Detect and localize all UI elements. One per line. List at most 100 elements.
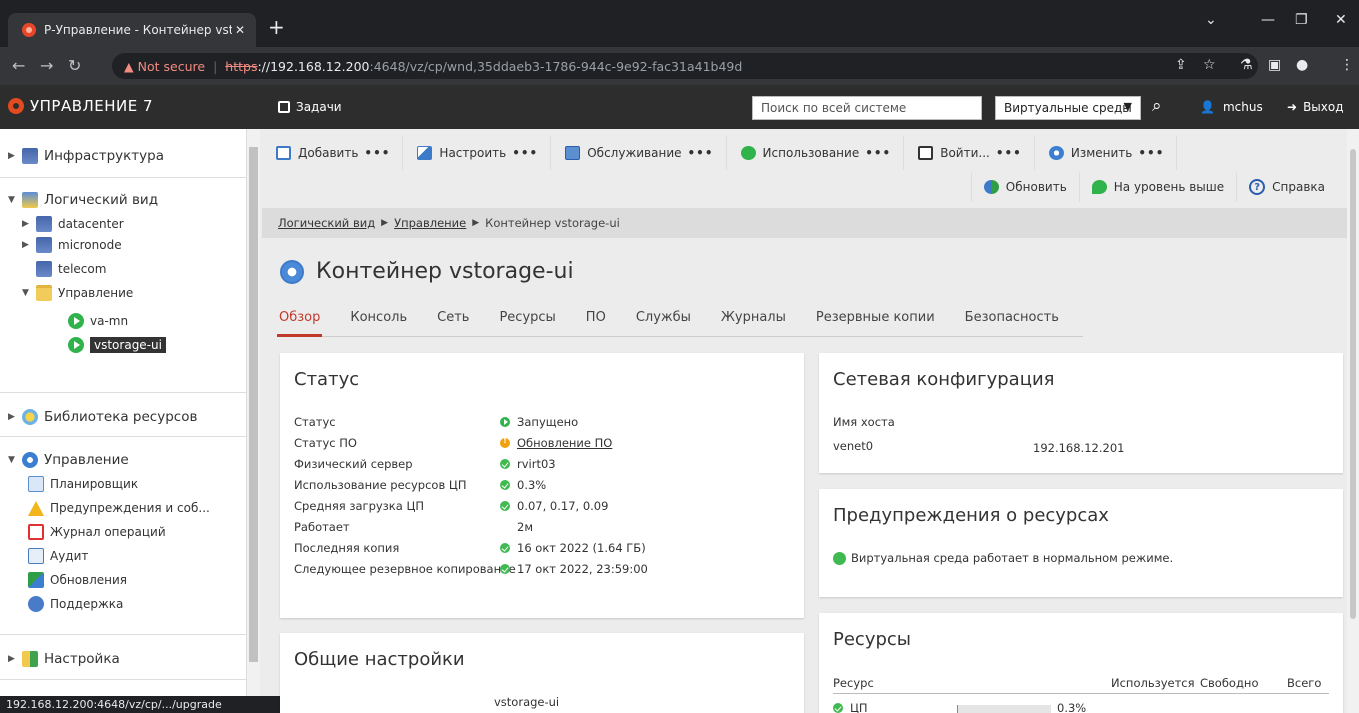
tab-network[interactable]: Сеть [437,300,469,336]
window-close-icon[interactable]: ✕ [1335,12,1347,28]
minimize-icon[interactable]: — [1261,12,1275,28]
user-menu[interactable]: 👤 mchus [1200,100,1263,114]
collapse-triangle-icon[interactable]: ▼ [8,195,22,205]
sidebar-item-label: Поддержка [50,597,124,611]
collapse-triangle-icon[interactable]: ▼ [8,455,22,465]
cpu-load-value: 0.07, 0.17, 0.09 [500,499,608,513]
main-scroll-thumb[interactable] [1350,149,1356,619]
software-update-link[interactable]: Обновление ПО [517,436,612,450]
expand-triangle-icon[interactable]: ▶ [8,412,22,422]
back-icon[interactable]: ← [12,56,25,75]
expand-triangle-icon[interactable]: ▶ [8,151,22,161]
status-value-text: Запущено [517,415,579,429]
environment-select[interactable]: Виртуальные среды ▼ [995,96,1141,120]
lab-flask-icon[interactable]: ⚗ [1240,57,1253,73]
expand-triangle-icon[interactable]: ▶ [22,219,36,229]
sidebar-item-resource-library[interactable]: ▶ Библиотека ресурсов [0,405,246,429]
software-status-value: Обновление ПО [500,436,612,450]
bookmark-star-icon[interactable]: ☆ [1203,57,1216,73]
sidebar-item-alerts[interactable]: Предупреждения и соб... [0,496,246,520]
more-dots-icon: ••• [865,146,892,160]
expand-triangle-icon[interactable]: ▶ [8,654,22,664]
breadcrumb-link[interactable]: Управление [394,216,466,230]
change-button[interactable]: Изменить ••• [1035,136,1178,170]
tab-close-icon[interactable]: ✕ [232,23,248,37]
more-dots-icon: ••• [1138,146,1165,160]
sidebar-item-label: datacenter [58,217,124,231]
login-button[interactable]: Войти... ••• [904,136,1035,170]
sidebar-item-telecom[interactable]: telecom [0,257,246,281]
sidebar-item-infrastructure[interactable]: ▶ Инфраструктура [0,144,246,168]
sidebar-item-management[interactable]: ▼ Управление [0,448,246,472]
brand[interactable]: УПРАВЛЕНИЕ 7 [8,97,153,115]
tab-search-chevron-icon[interactable]: ⌄ [1205,12,1217,28]
usage-button[interactable]: Использование ••• [727,136,905,170]
uptime-value: 2м [517,520,533,534]
main-scrollbar[interactable] [1347,129,1359,713]
sidebar-item-scheduler[interactable]: Планировщик [0,472,246,496]
search-icon[interactable]: ⌕ [1152,96,1162,116]
tab-resources[interactable]: Ресурсы [499,300,555,336]
settings-icon [22,651,38,667]
global-search-input[interactable] [752,96,982,120]
tasks-icon [278,101,290,113]
sidebar-item-logical-view[interactable]: ▼ Логический вид [0,188,246,212]
sidebar-item-support[interactable]: Поддержка [0,592,246,616]
sidebar-item-label: telecom [58,262,107,276]
infrastructure-icon [22,148,38,164]
add-button[interactable]: Добавить ••• [262,136,404,170]
tab-security[interactable]: Безопасность [965,300,1059,336]
sidebar-item-micronode[interactable]: ▶ micronode [0,233,246,257]
reload-icon[interactable]: ↻ [68,56,81,75]
cpu-usage-text: 0.3% [517,478,547,492]
tab-services[interactable]: Службы [636,300,691,336]
secondary-toolbar: Обновить На уровень выше ? Справка [970,172,1337,202]
up-level-button[interactable]: На уровень выше [1078,172,1236,202]
used-col-header: Используется [1111,676,1195,690]
server-group-icon [36,216,52,232]
expand-triangle-icon[interactable]: ▶ [22,240,36,250]
app-header: УПРАВЛЕНИЕ 7 Задачи Виртуальные среды ▼ … [0,85,1359,129]
maintenance-icon [565,146,581,160]
sidebar-scrollbar[interactable] [247,129,260,699]
maintenance-button[interactable]: Обслуживание ••• [551,136,727,170]
browser-menu-icon[interactable]: ⋮ [1340,57,1354,73]
sidebar-item-operations-log[interactable]: Журнал операций [0,520,246,544]
help-label: Справка [1272,180,1325,194]
tasks-button[interactable]: Задачи [278,100,342,114]
collapse-triangle-icon[interactable]: ▼ [22,288,36,298]
free-col-header: Свободно [1200,676,1259,690]
ok-check-icon [500,480,510,490]
sidebar-item-updates[interactable]: Обновления [0,568,246,592]
sidebar-item-vstorage-ui[interactable]: vstorage-ui [0,333,246,357]
general-settings-card: Общие настройки vstorage-ui [280,633,804,713]
add-label: Добавить [298,146,359,160]
sidebar-scroll-thumb[interactable] [249,147,258,662]
help-button[interactable]: ? Справка [1236,172,1337,202]
not-secure-label[interactable]: Not secure [138,59,205,74]
action-toolbar: Добавить ••• Настроить ••• Обслуживание … [262,136,1350,170]
forward-icon[interactable]: → [40,56,53,75]
sidebar-item-settings[interactable]: ▶ Настройка [0,647,246,671]
url-field[interactable]: ▲ Not secure | https://192.168.12.200:46… [112,53,1258,79]
share-icon[interactable]: ⇪ [1175,57,1187,73]
browser-tab[interactable]: Р-Управление - Контейнер vsto ✕ [8,13,256,47]
restore-icon[interactable]: ❐ [1295,12,1308,28]
configure-button[interactable]: Настроить ••• [403,136,552,170]
refresh-button[interactable]: Обновить [970,172,1079,202]
breadcrumb-link[interactable]: Логический вид [278,216,375,230]
sidepanel-icon[interactable]: ▣ [1268,57,1281,73]
new-tab-button[interactable]: + [268,16,285,38]
sidebar-item-management-folder[interactable]: ▼ Управление [0,281,246,305]
tab-software[interactable]: ПО [586,300,606,336]
sidebar-item-va-mn[interactable]: va-mn [0,309,246,333]
tab-console[interactable]: Консоль [350,300,407,336]
tab-backups[interactable]: Резервные копии [816,300,935,336]
tab-logs[interactable]: Журналы [721,300,786,336]
more-dots-icon: ••• [364,146,391,160]
tab-overview[interactable]: Обзор [276,300,323,337]
profile-icon[interactable]: ● [1296,57,1308,73]
logout-button[interactable]: ➜ Выход [1287,100,1344,114]
sidebar-item-audit[interactable]: Аудит [0,544,246,568]
warning-icon [500,436,510,448]
